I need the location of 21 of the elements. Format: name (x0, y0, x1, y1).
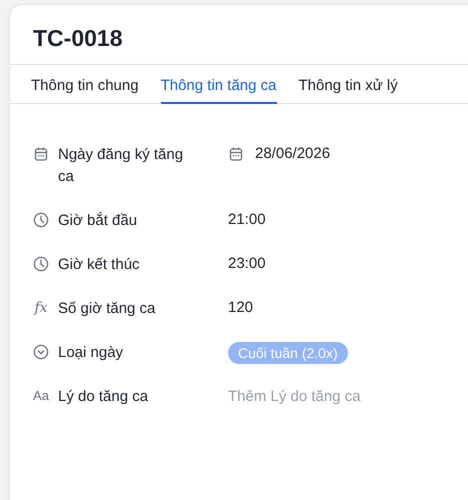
tab[interactable]: Thông tin tăng ca (160, 65, 276, 104)
field-label: Ngày đăng ký tăng ca (58, 145, 184, 187)
field-value: 120 (228, 298, 254, 318)
clock-icon (33, 256, 49, 272)
field-value: 21:00 (228, 210, 266, 230)
calendar-icon (33, 146, 49, 162)
field-value: 23:00 (228, 254, 266, 274)
field-label: Giờ bắt đầu (58, 211, 138, 231)
tab[interactable]: Thông tin chung (31, 65, 139, 104)
field-label: Loại ngày (58, 343, 124, 363)
field-label: Số giờ tăng ca (58, 299, 156, 319)
field-label: Lý do tăng ca (58, 387, 150, 407)
record-title: TC-0018 (33, 25, 122, 52)
field-label: Giờ kết thúc (58, 255, 141, 275)
dropdown-icon (33, 344, 49, 360)
formula-icon: fx (33, 298, 49, 318)
calendar-icon (228, 146, 244, 162)
text-icon: Aa (33, 386, 49, 406)
tab[interactable]: Thông tin xử lý (298, 65, 398, 104)
clock-icon (33, 212, 49, 228)
field-value: 28/06/2026 (255, 144, 330, 164)
